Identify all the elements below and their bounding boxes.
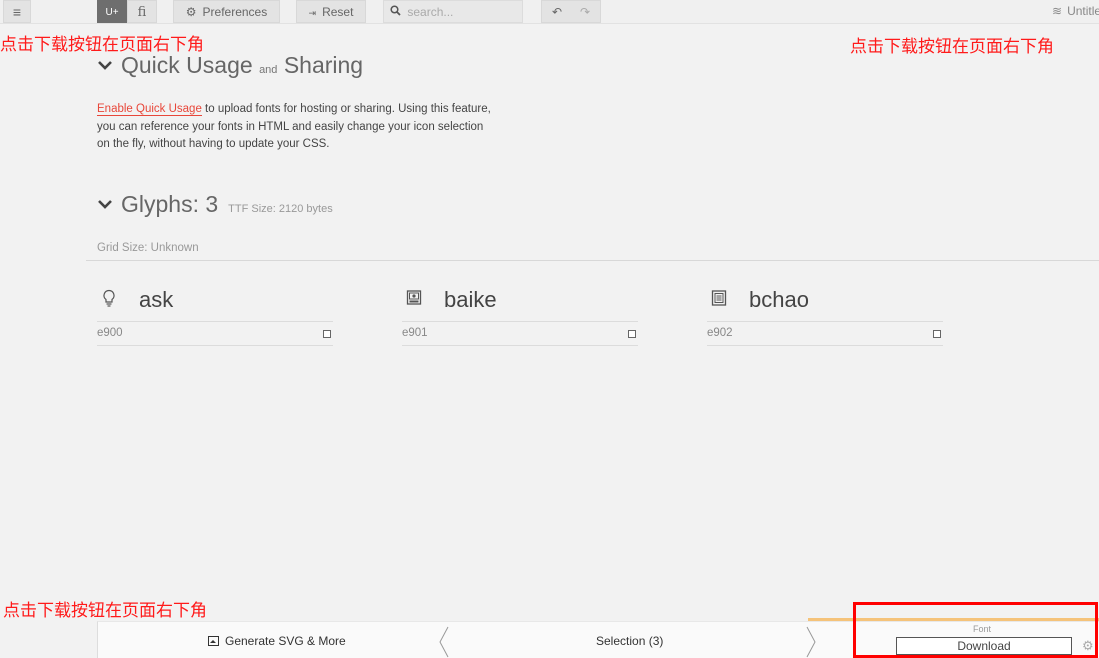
menu-button[interactable]: ≡ xyxy=(3,0,31,23)
project-name[interactable]: ≋ Untitled Project xyxy=(1052,0,1099,23)
picture-icon xyxy=(406,289,422,307)
chevron-down-icon xyxy=(97,196,113,214)
preferences-label: Preferences xyxy=(202,5,268,19)
selection-tab[interactable]: Selection (3) xyxy=(596,634,663,648)
grid-size[interactable]: Grid Size: Unknown xyxy=(97,242,199,254)
glyph-name[interactable]: ask xyxy=(139,287,173,313)
glyph-card[interactable]: bchao e902 xyxy=(707,286,943,348)
redo-icon[interactable]: ↷ xyxy=(571,1,599,24)
gear-icon: ⚙ xyxy=(185,5,197,19)
project-name-label: Untitled Project xyxy=(1067,4,1099,18)
glyph-code[interactable]: e902 xyxy=(707,327,733,339)
glyph-code[interactable]: e901 xyxy=(402,327,428,339)
chevron-down-icon xyxy=(97,57,113,75)
download-button[interactable]: Download xyxy=(896,637,1072,655)
reset-button[interactable]: ⇥ Reset xyxy=(296,0,366,23)
glyph-checkbox[interactable] xyxy=(628,330,636,338)
reset-icon: ⇥ xyxy=(308,8,317,18)
layers-icon: ≋ xyxy=(1052,4,1063,18)
glyphs-header[interactable]: Glyphs: 3 TTF Size: 2120 bytes xyxy=(97,191,333,218)
glyph-name[interactable]: bchao xyxy=(749,287,809,313)
document-icon xyxy=(711,289,727,307)
undo-icon[interactable]: ↶ xyxy=(543,1,571,24)
ttf-size: TTF Size: 2120 bytes xyxy=(228,203,333,215)
show-ligatures-toggle[interactable]: fi xyxy=(127,0,157,23)
chevron-left-icon[interactable] xyxy=(438,626,450,658)
image-icon xyxy=(208,636,219,646)
sharing-title: Sharing xyxy=(283,52,364,78)
font-label: Font xyxy=(973,624,992,634)
show-codes-toggle[interactable]: U+ xyxy=(97,0,127,23)
font-panel: Font Download ⚙ xyxy=(808,618,1099,658)
hamburger-icon: ≡ xyxy=(12,4,22,20)
bottom-bar: Generate SVG & More Selection (3) Font D… xyxy=(97,618,1099,658)
glyphs-title: Glyphs: 3 xyxy=(121,191,219,217)
lightbulb-icon xyxy=(101,289,117,307)
glyph-checkbox[interactable] xyxy=(323,330,331,338)
quick-usage-header[interactable]: Quick Usage and Sharing xyxy=(97,52,363,79)
quick-usage-title-and: and xyxy=(259,64,278,76)
glyph-card[interactable]: baike e901 xyxy=(402,286,638,348)
annotation-top-right: 点击下载按钮在页面右下角 xyxy=(850,37,1054,57)
search-icon xyxy=(390,5,404,19)
top-toolbar: ≡ U+ fi ⚙ Preferences ⇥ Reset ↶↷ ≋ Untitled… xyxy=(0,0,1099,24)
glyph-name[interactable]: baike xyxy=(444,287,497,313)
glyph-card[interactable]: ask e900 xyxy=(97,286,333,348)
divider xyxy=(86,260,1099,261)
search-input[interactable] xyxy=(407,5,520,19)
reset-label: Reset xyxy=(322,5,354,19)
generate-svg-button[interactable]: Generate SVG & More xyxy=(208,634,346,648)
gear-icon[interactable]: ⚙ xyxy=(1082,638,1094,654)
quick-usage-text-1: to upload fonts for hosting or sharing. … xyxy=(201,103,491,115)
glyph-checkbox[interactable] xyxy=(933,330,941,338)
glyph-code[interactable]: e900 xyxy=(97,327,123,339)
quick-usage-description: Enable Quick Usage to upload fonts for h… xyxy=(97,101,537,154)
search-box xyxy=(383,0,523,23)
generate-svg-label: Generate SVG & More xyxy=(225,634,346,648)
undo-redo-group: ↶ ↷ xyxy=(541,0,601,23)
quick-usage-text-3: on the fly, without having to update you… xyxy=(97,138,330,150)
annotation-bottom-left: 点击下载按钮在页面右下角 xyxy=(3,601,207,621)
preferences-button[interactable]: ⚙ Preferences xyxy=(173,0,280,23)
quick-usage-text-2: you can reference your fonts in HTML and… xyxy=(97,120,484,133)
quick-usage-title: Quick Usage xyxy=(121,52,253,78)
enable-quick-usage-link[interactable]: Enable Quick Usage xyxy=(97,103,202,116)
